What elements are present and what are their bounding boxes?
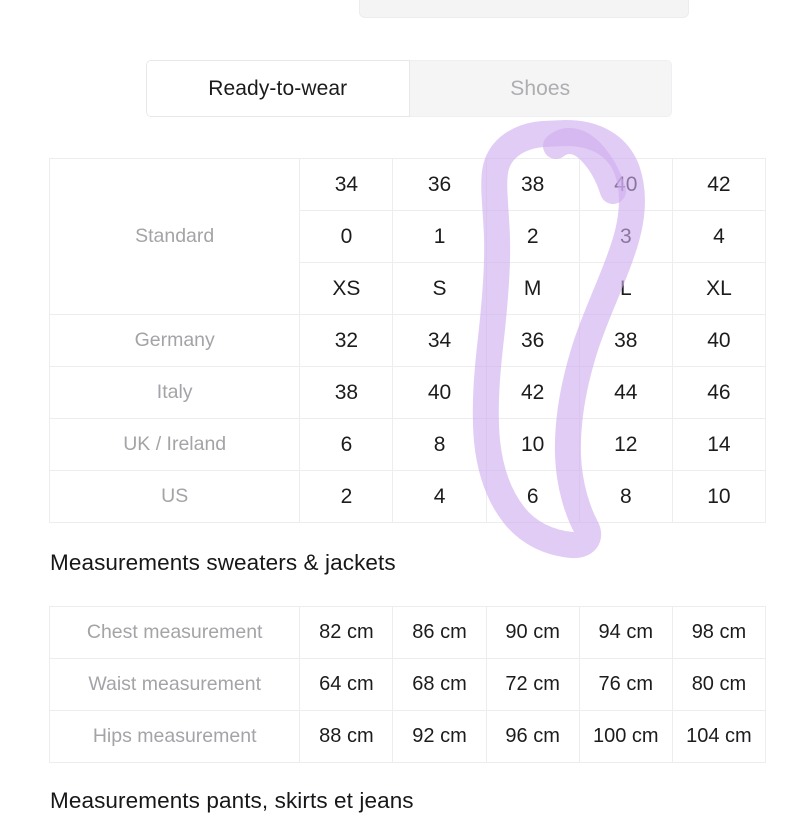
table-row: UK / Ireland 6 8 10 12 14 bbox=[48, 418, 767, 471]
cell-italy-3: 44 bbox=[578, 366, 673, 419]
size-conversion-table: Standard 34 36 38 40 42 0 1 2 3 4 XS S M… bbox=[48, 158, 767, 523]
row-label-chest: Chest measurement bbox=[48, 606, 301, 659]
cell-uk-0: 6 bbox=[299, 418, 394, 471]
tab-shoes[interactable]: Shoes bbox=[409, 60, 672, 117]
cell-waist-3: 76 cm bbox=[578, 658, 673, 711]
cell-hips-2: 96 cm bbox=[485, 710, 580, 763]
cell-standard-letter-3: L bbox=[578, 262, 673, 315]
cell-uk-2: 10 bbox=[485, 418, 580, 471]
cell-hips-4: 104 cm bbox=[671, 710, 767, 763]
row-label-waist: Waist measurement bbox=[48, 658, 301, 711]
tab-ready-to-wear[interactable]: Ready-to-wear bbox=[146, 60, 410, 117]
table-row: US 2 4 6 8 10 bbox=[48, 470, 767, 523]
section-heading-sweaters: Measurements sweaters & jackets bbox=[50, 550, 396, 575]
row-label-us: US bbox=[48, 470, 301, 523]
cell-standard-num-2: 2 bbox=[485, 210, 580, 263]
cell-chest-0: 82 cm bbox=[299, 606, 394, 659]
cell-germany-4: 40 bbox=[671, 314, 767, 367]
cell-uk-4: 14 bbox=[671, 418, 767, 471]
cell-waist-4: 80 cm bbox=[671, 658, 767, 711]
row-label-uk-ireland: UK / Ireland bbox=[48, 418, 301, 471]
cell-waist-2: 72 cm bbox=[485, 658, 580, 711]
cell-waist-1: 68 cm bbox=[392, 658, 487, 711]
cell-italy-2: 42 bbox=[485, 366, 580, 419]
cell-germany-3: 38 bbox=[578, 314, 673, 367]
cell-standard-num-0: 0 bbox=[299, 210, 394, 263]
cell-us-1: 4 bbox=[392, 470, 487, 523]
cell-standard-eu-0: 34 bbox=[299, 158, 394, 211]
cell-hips-1: 92 cm bbox=[392, 710, 487, 763]
category-tabs[interactable]: Ready-to-wear Shoes bbox=[146, 60, 672, 117]
sweaters-measurements-table: Chest measurement 82 cm 86 cm 90 cm 94 c… bbox=[48, 606, 767, 763]
cell-us-2: 6 bbox=[485, 470, 580, 523]
cell-italy-0: 38 bbox=[299, 366, 394, 419]
cell-chest-3: 94 cm bbox=[578, 606, 673, 659]
table-row: Chest measurement 82 cm 86 cm 90 cm 94 c… bbox=[48, 606, 767, 659]
cell-chest-1: 86 cm bbox=[392, 606, 487, 659]
cell-uk-3: 12 bbox=[578, 418, 673, 471]
tab-ready-to-wear-label: Ready-to-wear bbox=[208, 76, 348, 100]
cell-us-3: 8 bbox=[578, 470, 673, 523]
cell-germany-2: 36 bbox=[485, 314, 580, 367]
cell-standard-num-4: 4 bbox=[671, 210, 767, 263]
top-panel-stub bbox=[359, 0, 689, 18]
cell-standard-num-1: 1 bbox=[392, 210, 487, 263]
cell-us-4: 10 bbox=[671, 470, 767, 523]
table-row: Waist measurement 64 cm 68 cm 72 cm 76 c… bbox=[48, 658, 767, 711]
table-row: Standard 34 36 38 40 42 bbox=[48, 158, 767, 315]
cell-standard-letter-0: XS bbox=[299, 262, 394, 315]
cell-germany-1: 34 bbox=[392, 314, 487, 367]
cell-waist-0: 64 cm bbox=[299, 658, 394, 711]
cell-germany-0: 32 bbox=[299, 314, 394, 367]
cell-standard-letter-2: M bbox=[485, 262, 580, 315]
table-row: Germany 32 34 36 38 40 bbox=[48, 314, 767, 367]
cell-chest-4: 98 cm bbox=[671, 606, 767, 659]
table-row: Italy 38 40 42 44 46 bbox=[48, 366, 767, 419]
cell-italy-4: 46 bbox=[671, 366, 767, 419]
cell-standard-eu-3: 40 bbox=[578, 158, 673, 211]
cell-us-0: 2 bbox=[299, 470, 394, 523]
row-label-hips: Hips measurement bbox=[48, 710, 301, 763]
cell-standard-eu-2: 38 bbox=[485, 158, 580, 211]
row-label-italy: Italy bbox=[48, 366, 301, 419]
cell-standard-letter-4: XL bbox=[671, 262, 767, 315]
cell-standard-eu-1: 36 bbox=[392, 158, 487, 211]
row-label-standard: Standard bbox=[48, 158, 301, 315]
table-row: Hips measurement 88 cm 92 cm 96 cm 100 c… bbox=[48, 710, 767, 763]
cell-hips-0: 88 cm bbox=[299, 710, 394, 763]
section-heading-pants: Measurements pants, skirts et jeans bbox=[50, 788, 414, 813]
row-label-germany: Germany bbox=[48, 314, 301, 367]
cell-standard-num-3: 3 bbox=[578, 210, 673, 263]
cell-uk-1: 8 bbox=[392, 418, 487, 471]
cell-standard-letter-1: S bbox=[392, 262, 487, 315]
tab-shoes-label: Shoes bbox=[510, 76, 571, 100]
cell-standard-eu-4: 42 bbox=[671, 158, 767, 211]
cell-italy-1: 40 bbox=[392, 366, 487, 419]
cell-hips-3: 100 cm bbox=[578, 710, 673, 763]
cell-chest-2: 90 cm bbox=[485, 606, 580, 659]
